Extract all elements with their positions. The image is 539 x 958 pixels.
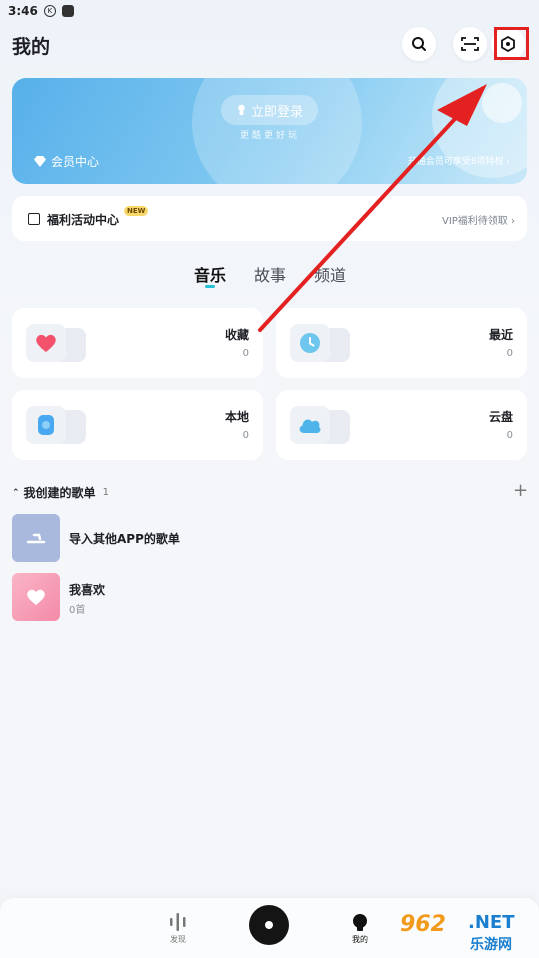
scan-icon: [461, 37, 479, 51]
playlist-subtitle: 0首: [69, 605, 86, 616]
k-icon: K: [43, 5, 56, 17]
playlist-section-toggle[interactable]: ⌃ 我创建的歌单 1: [12, 484, 109, 501]
page-title: 我的: [12, 36, 51, 58]
search-icon: [412, 37, 426, 51]
search-button[interactable]: [402, 27, 436, 61]
import-icon: [26, 533, 46, 544]
playlist-count: 1: [102, 487, 109, 498]
library-local[interactable]: 本地 0: [12, 390, 263, 460]
nav-profile[interactable]: 我的: [330, 910, 390, 945]
library-count: 0: [242, 348, 249, 359]
profile-icon: [353, 914, 367, 931]
import-cover: [12, 514, 60, 562]
playlist-title: 导入其他APP的歌单: [69, 532, 180, 546]
scan-button[interactable]: [453, 27, 487, 61]
cloud-icon: [299, 419, 321, 433]
phone-icon: [38, 415, 54, 435]
member-privileges[interactable]: 开通会员可享受8项特权 ›: [400, 154, 510, 167]
playlist-title: 我喜欢: [69, 583, 106, 597]
login-subtitle: 更酷更好玩: [239, 131, 300, 141]
watermark-logo: 962 .NET 乐游网: [400, 912, 515, 953]
player-disc-button[interactable]: [249, 905, 289, 945]
heart-icon: [36, 334, 56, 352]
chevron-up-icon: ⌃: [12, 487, 20, 498]
playlist-header-title: 我创建的歌单: [23, 486, 96, 500]
status-bar: 3:46 K: [0, 0, 539, 22]
library-label: 云盘: [488, 410, 513, 424]
login-button[interactable]: 立即登录: [221, 95, 318, 125]
new-badge: NEW: [124, 206, 149, 216]
library-count: 0: [506, 348, 513, 359]
status-time: 3:46: [8, 4, 38, 18]
tab-stories[interactable]: 故事: [254, 262, 286, 286]
nav-label: 我的: [352, 935, 368, 944]
tab-channels[interactable]: 频道: [314, 262, 346, 286]
library-label: 最近: [488, 328, 513, 342]
library-label: 收藏: [224, 328, 249, 342]
playlist-item[interactable]: 导入其他APP的歌单: [12, 514, 512, 562]
benefit-right-link[interactable]: VIP福利待领取 ›: [442, 212, 515, 227]
member-center-link[interactable]: 会员中心: [34, 153, 99, 170]
library-count: 0: [506, 430, 513, 441]
clock-icon: [300, 333, 320, 353]
tab-music[interactable]: 音乐: [194, 262, 226, 286]
tab-indicator: [205, 285, 215, 288]
heart-icon: [27, 589, 45, 606]
member-label: 会员中心: [51, 155, 100, 169]
library-label: 本地: [224, 410, 249, 424]
nav-discover[interactable]: 发现: [148, 910, 208, 945]
library-favorites[interactable]: 收藏 0: [12, 308, 263, 378]
app-icon: [61, 5, 74, 17]
favorites-cover: [12, 573, 60, 621]
login-label: 立即登录: [250, 104, 303, 120]
add-playlist-button[interactable]: +: [513, 480, 528, 501]
user-icon: [238, 104, 245, 115]
benefit-center-card[interactable]: 福利活动中心 NEW VIP福利待领取 ›: [12, 196, 527, 241]
wave-icon: [170, 913, 186, 931]
library-cloud[interactable]: 云盘 0: [276, 390, 527, 460]
playlist-item[interactable]: 我喜欢 0首: [12, 573, 512, 621]
gift-icon: [28, 213, 40, 225]
highlight-box: [494, 27, 529, 60]
benefit-title: 福利活动中心: [47, 213, 120, 227]
library-count: 0: [242, 430, 249, 441]
library-recent[interactable]: 最近 0: [276, 308, 527, 378]
diamond-icon: [34, 156, 46, 167]
nav-label: 发现: [170, 935, 186, 944]
